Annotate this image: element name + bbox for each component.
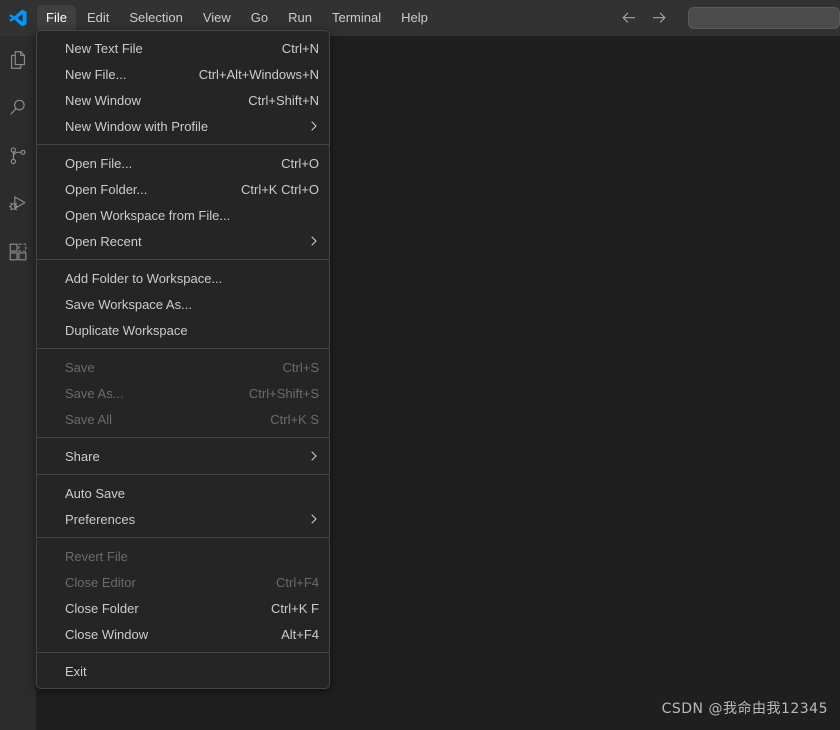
- menu-item-close-window[interactable]: Close Window Alt+F4: [37, 621, 329, 647]
- menubar-item-go[interactable]: Go: [242, 5, 277, 31]
- chevron-right-icon: [309, 513, 319, 525]
- menu-item-close-editor: Close Editor Ctrl+F4: [37, 569, 329, 595]
- menu-item-label: Duplicate Workspace: [65, 322, 188, 338]
- chevron-right-icon: [309, 450, 319, 462]
- menu-item-auto-save[interactable]: Auto Save: [37, 480, 329, 506]
- menu-item-keybinding: Ctrl+Shift+S: [248, 385, 319, 401]
- menu-item-label: Open Folder...: [65, 181, 148, 197]
- menubar-item-view[interactable]: View: [194, 5, 240, 31]
- activity-item-extensions[interactable]: [0, 228, 36, 276]
- menu-item-preferences[interactable]: Preferences: [37, 506, 329, 532]
- menu-item-keybinding: Ctrl+K S: [270, 411, 319, 427]
- menu-item-label: Open Workspace from File...: [65, 207, 231, 223]
- activity-item-run-and-debug[interactable]: [0, 180, 36, 228]
- activity-item-source-control[interactable]: [0, 132, 36, 180]
- menubar-item-run[interactable]: Run: [279, 5, 321, 31]
- menu-item-keybinding: Ctrl+Alt+Windows+N: [198, 66, 319, 82]
- menu-separator: [37, 652, 329, 653]
- menu-item-label: Open File...: [65, 155, 133, 171]
- menu-item-label: Preferences: [65, 511, 136, 527]
- menu-item-keybinding: Ctrl+K Ctrl+O: [240, 181, 319, 197]
- menu-item-label: Save Workspace As...: [65, 296, 192, 312]
- extensions-icon: [7, 241, 29, 263]
- menubar-item-edit[interactable]: Edit: [78, 5, 118, 31]
- menu-item-keybinding: Ctrl+K F: [270, 600, 319, 616]
- chevron-right-icon: [309, 235, 319, 247]
- titlebar-right-group: [614, 0, 840, 36]
- menu-item-open-folder[interactable]: Open Folder... Ctrl+K Ctrl+O: [37, 176, 329, 202]
- run-and-debug-icon: [7, 193, 29, 215]
- menu-item-label: Save: [65, 359, 95, 375]
- menu-separator: [37, 474, 329, 475]
- menu-item-share[interactable]: Share: [37, 443, 329, 469]
- menubar-item-file[interactable]: File: [37, 5, 76, 31]
- activity-item-explorer[interactable]: [0, 36, 36, 84]
- menu-item-label: Save All: [65, 411, 112, 427]
- menu-item-keybinding: Ctrl+F4: [276, 574, 319, 590]
- menu-item-label: Close Editor: [65, 574, 136, 590]
- menu-item-new-file[interactable]: New File... Ctrl+Alt+Windows+N: [37, 61, 329, 87]
- menu-item-save-workspace-as[interactable]: Save Workspace As...: [37, 291, 329, 317]
- menu-item-open-workspace-from-file[interactable]: Open Workspace from File...: [37, 202, 329, 228]
- menu-item-new-window-with-profile[interactable]: New Window with Profile: [37, 113, 329, 139]
- file-dropdown-menu: New Text File Ctrl+N New File... Ctrl+Alt+W…: [36, 30, 330, 689]
- menu-item-exit[interactable]: Exit: [37, 658, 329, 684]
- activity-item-search[interactable]: [0, 84, 36, 132]
- menu-item-label: Close Folder: [65, 600, 139, 616]
- menu-item-label: Open Recent: [65, 233, 142, 249]
- activity-bar: [0, 36, 36, 730]
- menu-item-label: Auto Save: [65, 485, 125, 501]
- menu-item-label: New Window: [65, 92, 141, 108]
- vscode-logo-icon: [0, 0, 36, 36]
- menu-separator: [37, 259, 329, 260]
- menu-separator: [37, 144, 329, 145]
- menu-item-new-window[interactable]: New Window Ctrl+Shift+N: [37, 87, 329, 113]
- command-center-search-input[interactable]: [688, 7, 840, 29]
- menu-item-save-as: Save As... Ctrl+Shift+S: [37, 380, 329, 406]
- menu-item-keybinding: Ctrl+S: [282, 359, 319, 375]
- menu-separator: [37, 437, 329, 438]
- menu-item-keybinding: Alt+F4: [281, 626, 319, 642]
- menubar-item-selection[interactable]: Selection: [120, 5, 191, 31]
- menu-item-close-folder[interactable]: Close Folder Ctrl+K F: [37, 595, 329, 621]
- menu-item-add-folder-to-workspace[interactable]: Add Folder to Workspace...: [37, 265, 329, 291]
- chevron-right-icon: [309, 120, 319, 132]
- menubar-item-terminal[interactable]: Terminal: [323, 5, 390, 31]
- menu-item-keybinding: Ctrl+N: [281, 40, 319, 56]
- menubar-item-help[interactable]: Help: [392, 5, 437, 31]
- menu-item-keybinding: Ctrl+Shift+N: [248, 92, 319, 108]
- csdn-watermark: CSDN @我命由我12345: [661, 701, 828, 717]
- menu-item-label: Save As...: [65, 385, 124, 401]
- menu-item-label: Exit: [65, 663, 87, 679]
- menu-item-revert-file: Revert File: [37, 543, 329, 569]
- menu-item-duplicate-workspace[interactable]: Duplicate Workspace: [37, 317, 329, 343]
- search-icon: [7, 97, 29, 119]
- menu-item-open-file[interactable]: Open File... Ctrl+O: [37, 150, 329, 176]
- menu-item-label: New File...: [65, 66, 127, 82]
- menu-item-label: Revert File: [65, 548, 128, 564]
- menu-item-keybinding: Ctrl+O: [281, 155, 319, 171]
- menu-item-save: Save Ctrl+S: [37, 354, 329, 380]
- menu-separator: [37, 348, 329, 349]
- menu-item-new-text-file[interactable]: New Text File Ctrl+N: [37, 35, 329, 61]
- menu-item-label: Share: [65, 448, 100, 464]
- arrow-right-icon[interactable]: [646, 5, 672, 31]
- menu-item-label: New Text File: [65, 40, 143, 56]
- menu-item-label: New Window with Profile: [65, 118, 209, 134]
- arrow-left-icon[interactable]: [616, 5, 642, 31]
- menu-item-open-recent[interactable]: Open Recent: [37, 228, 329, 254]
- explorer-files-icon: [7, 49, 29, 71]
- menu-item-label: Add Folder to Workspace...: [65, 270, 223, 286]
- menu-separator: [37, 537, 329, 538]
- source-control-icon: [7, 145, 29, 167]
- menu-item-save-all: Save All Ctrl+K S: [37, 406, 329, 432]
- menu-item-label: Close Window: [65, 626, 149, 642]
